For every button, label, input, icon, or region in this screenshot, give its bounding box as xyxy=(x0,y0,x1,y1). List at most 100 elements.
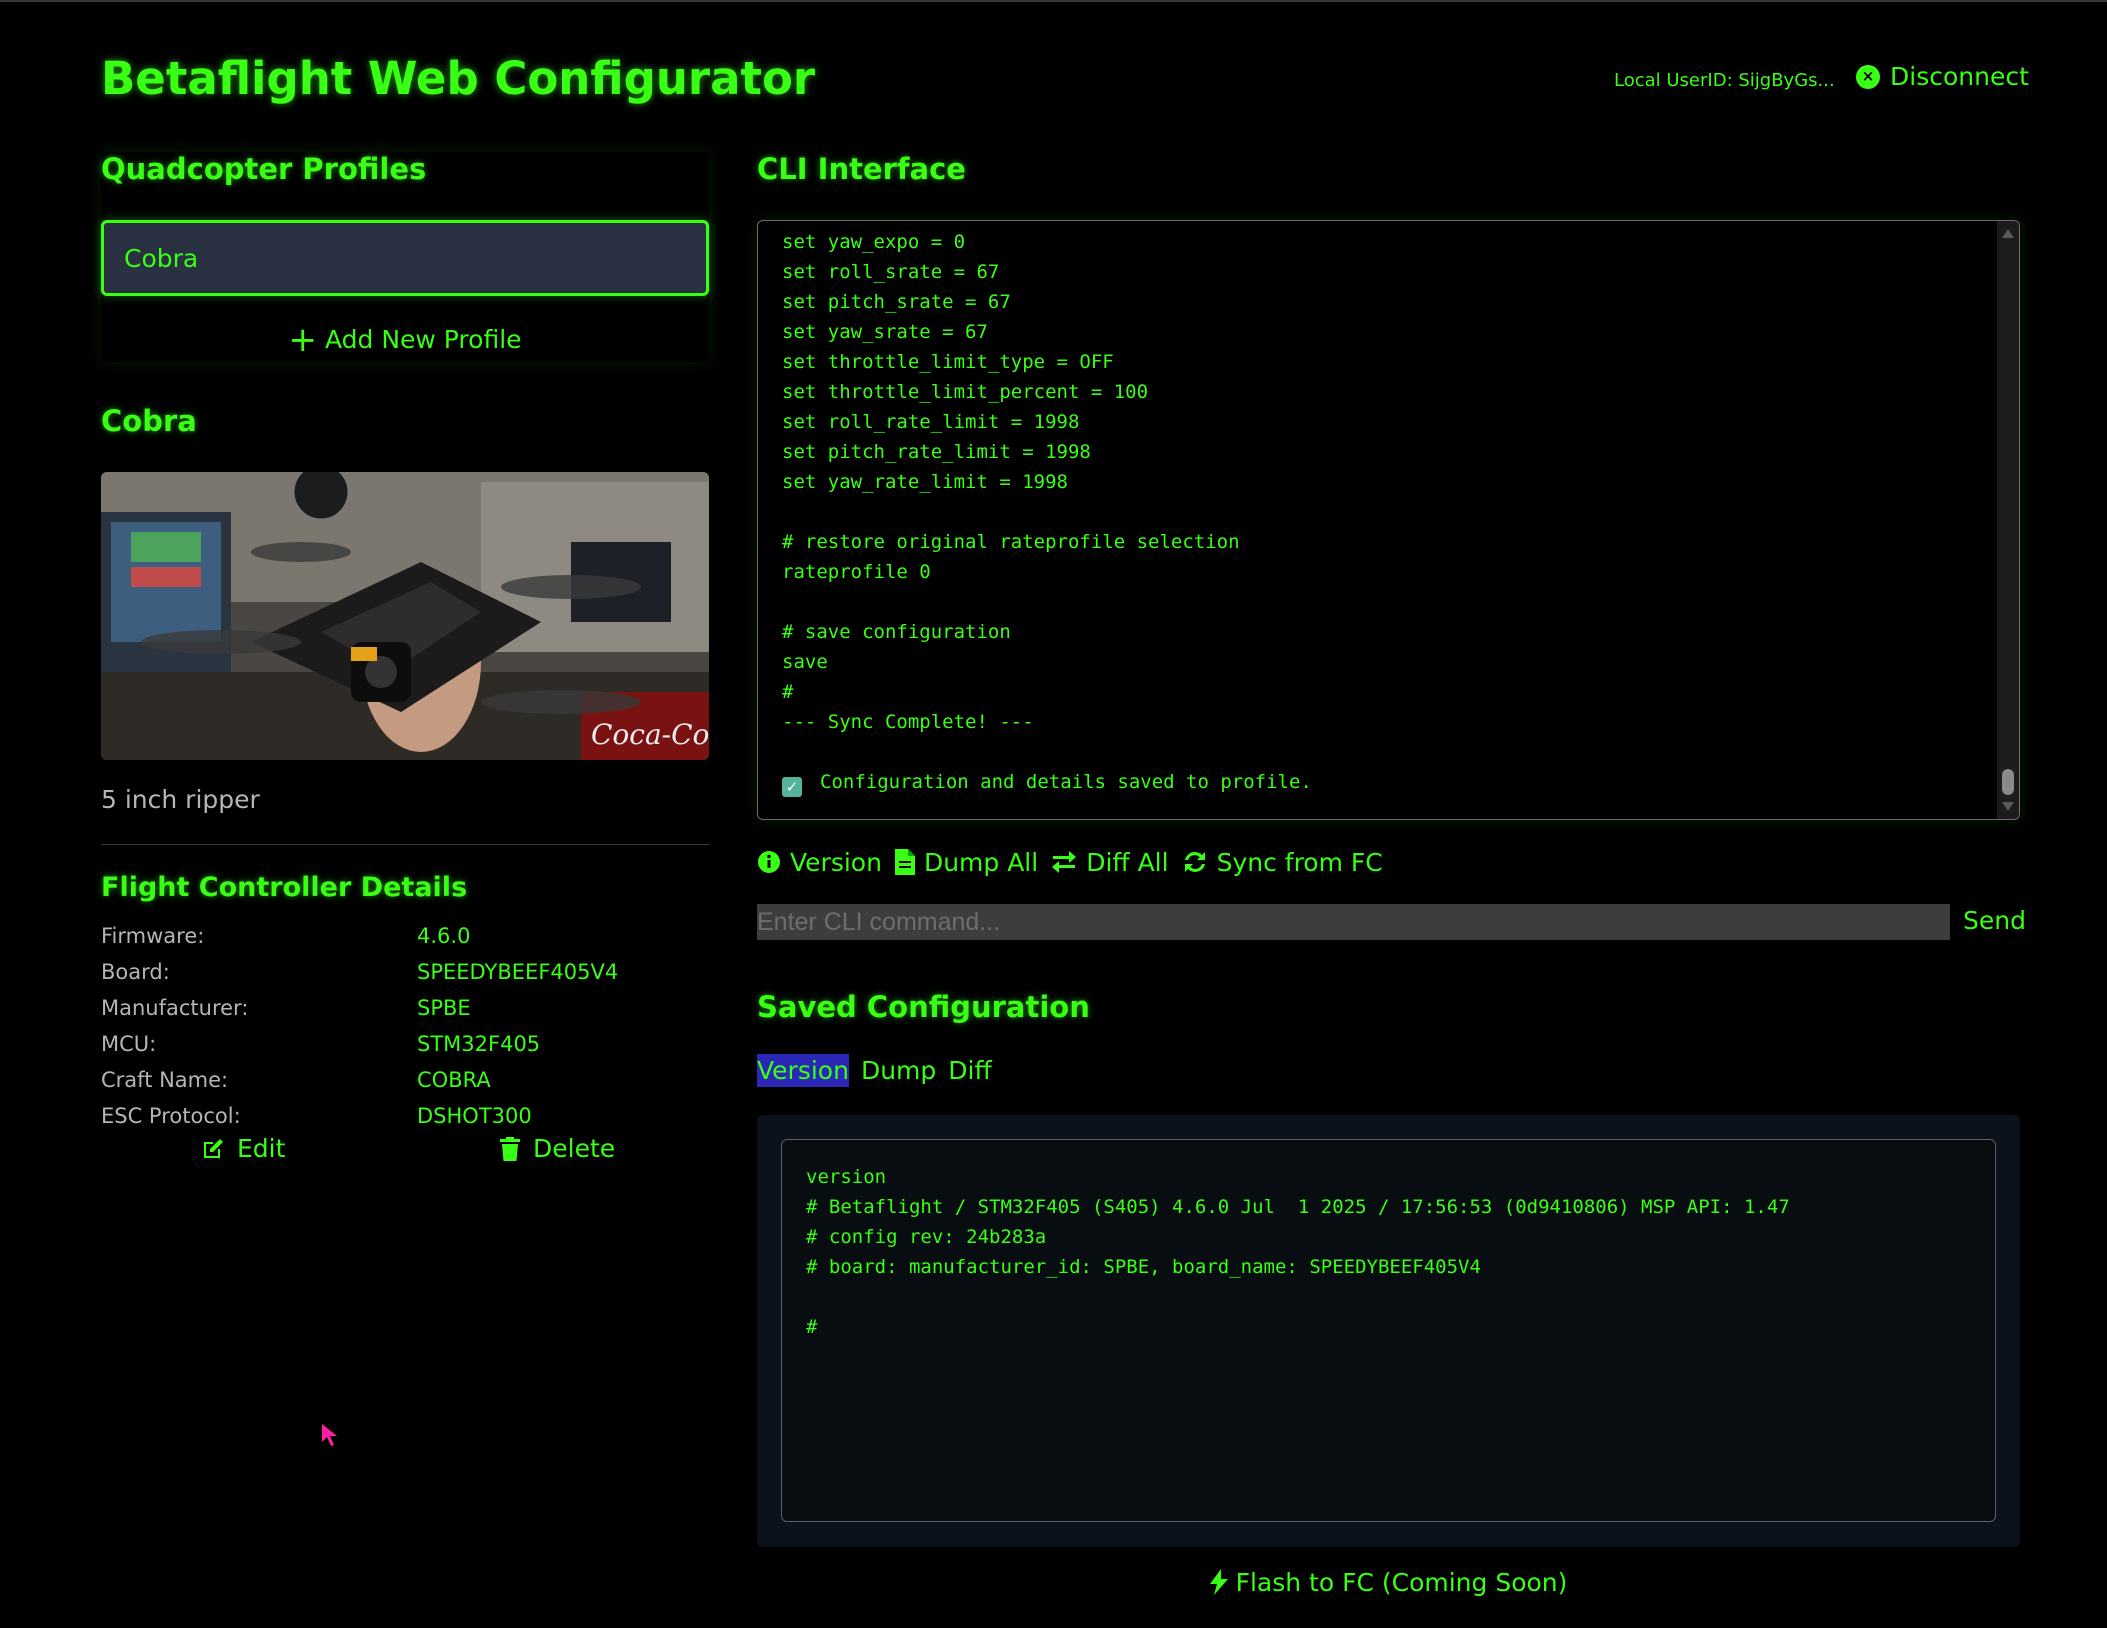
cli-line xyxy=(782,737,1962,767)
cli-line: set roll_srate = 67 xyxy=(782,261,1000,283)
disconnect-label: Disconnect xyxy=(1890,62,2029,91)
info-icon xyxy=(758,851,780,873)
dump-all-button[interactable]: Dump All xyxy=(894,847,1039,877)
diff-all-label: Diff All xyxy=(1086,847,1169,877)
cli-line: # restore original rateprofile selection xyxy=(782,531,1240,553)
version-label: Version xyxy=(790,847,882,877)
cli-line: set yaw_rate_limit = 1998 xyxy=(782,471,1068,493)
tab-diff[interactable]: Diff xyxy=(948,1054,991,1087)
cli-command-input[interactable] xyxy=(757,904,1950,940)
mouse-cursor-icon xyxy=(322,1424,337,1446)
sync-label: Sync from FC xyxy=(1216,847,1383,877)
profile-name: Cobra xyxy=(101,404,197,438)
saved-line: version xyxy=(806,1166,887,1188)
trash-icon xyxy=(500,1136,520,1161)
delete-button[interactable]: Delete xyxy=(499,1134,615,1163)
cli-line: set yaw_srate = 67 xyxy=(782,321,988,343)
cli-actions: Version Dump All Diff All Sync from FC xyxy=(757,844,1396,880)
cli-output[interactable]: set yaw_expo = 0 set roll_srate = 67 set… xyxy=(757,220,2020,820)
profile-item-cobra[interactable]: Cobra xyxy=(101,220,709,296)
flash-to-fc-button[interactable]: Flash to FC (Coming Soon) xyxy=(757,1568,2020,1597)
fc-row-board: Board: SPEEDYBEEF405V4 xyxy=(101,960,709,996)
profile-description: 5 inch ripper xyxy=(101,785,260,814)
cli-line: rateprofile 0 xyxy=(782,561,931,583)
fc-label: Manufacturer: xyxy=(101,996,249,1020)
flash-label: Flash to FC (Coming Soon) xyxy=(1235,1568,1568,1597)
fc-label: MCU: xyxy=(101,1032,157,1056)
add-profile-button[interactable]: + Add New Profile xyxy=(101,320,709,360)
saved-line: # board: manufacturer_id: SPBE, board_na… xyxy=(806,1256,1481,1278)
scroll-thumb[interactable] xyxy=(2002,769,2014,795)
profiles-heading: Quadcopter Profiles xyxy=(101,152,427,186)
local-user-id: Local UserID: SijgByGs... xyxy=(1614,70,1835,91)
cli-status-text: Configuration and details saved to profi… xyxy=(820,771,1312,793)
cli-heading: CLI Interface xyxy=(757,152,966,186)
cli-line: set pitch_rate_limit = 1998 xyxy=(782,441,1091,463)
saved-config-heading: Saved Configuration xyxy=(757,990,1090,1024)
exchange-icon xyxy=(1052,851,1077,873)
fc-value: COBRA xyxy=(417,1068,491,1092)
plus-icon: + xyxy=(288,320,317,360)
fc-label: Board: xyxy=(101,960,170,984)
saved-line: # Betaflight / STM32F405 (S405) 4.6.0 Ju… xyxy=(806,1196,1790,1218)
tab-dump[interactable]: Dump xyxy=(861,1054,936,1087)
bolt-icon xyxy=(1209,1569,1228,1595)
profile-item-label: Cobra xyxy=(124,243,199,273)
saved-config-output[interactable]: version # Betaflight / STM32F405 (S405) … xyxy=(781,1139,1996,1522)
checkmark-icon: ✓ xyxy=(782,777,802,797)
fc-row-manufacturer: Manufacturer: SPBE xyxy=(101,996,709,1032)
fc-details-table: Firmware: 4.6.0 Board: SPEEDYBEEF405V4 M… xyxy=(101,924,709,1140)
cli-line: # save configuration xyxy=(782,621,1011,643)
fc-value: STM32F405 xyxy=(417,1032,541,1056)
saved-line: # config rev: 24b283a xyxy=(806,1226,1047,1248)
saved-line xyxy=(806,1282,1790,1312)
cli-status-line: ✓ Configuration and details saved to prof… xyxy=(782,767,1962,797)
edit-icon xyxy=(204,1138,223,1158)
cli-lines: set yaw_expo = 0 set roll_srate = 67 set… xyxy=(782,227,1962,797)
profile-detail-panel: Cobra Coca-Cola xyxy=(101,404,709,1163)
saved-config-tabs: Version Dump Diff xyxy=(757,1054,992,1087)
fc-details-heading: Flight Controller Details xyxy=(101,872,468,903)
cli-line: save xyxy=(782,651,828,673)
diff-all-button[interactable]: Diff All xyxy=(1051,847,1169,877)
cli-line xyxy=(782,587,1962,617)
cli-line: set throttle_limit_type = OFF xyxy=(782,351,1114,373)
send-button[interactable]: Send xyxy=(1963,906,2026,935)
profile-actions: Edit Delete xyxy=(101,1134,709,1174)
saved-line: # xyxy=(806,1316,818,1338)
file-icon xyxy=(894,849,915,875)
sync-icon xyxy=(1184,851,1205,873)
fc-value: SPBE xyxy=(417,996,471,1020)
fc-label: Firmware: xyxy=(101,924,205,948)
close-circle-icon: × xyxy=(1856,64,1880,89)
profiles-panel: Quadcopter Profiles Cobra + Add New Profi… xyxy=(101,152,709,362)
edit-label: Edit xyxy=(237,1134,286,1163)
tab-version[interactable]: Version xyxy=(757,1054,849,1087)
fc-value: SPEEDYBEEF405V4 xyxy=(417,960,619,984)
dump-all-label: Dump All xyxy=(923,847,1039,877)
fc-row-firmware: Firmware: 4.6.0 xyxy=(101,924,709,960)
scroll-up-icon[interactable] xyxy=(2002,229,2014,238)
scroll-down-icon[interactable] xyxy=(2002,802,2014,811)
app-title: Betaflight Web Configurator xyxy=(101,52,816,105)
divider xyxy=(101,844,709,845)
cli-line: set yaw_expo = 0 xyxy=(782,231,966,253)
fc-value: 4.6.0 xyxy=(417,924,471,948)
drone-photo: Coca-Cola xyxy=(101,472,709,760)
svg-text:Coca-Cola: Coca-Cola xyxy=(591,718,709,751)
fc-row-craft-name: Craft Name: COBRA xyxy=(101,1068,709,1104)
add-profile-label: Add New Profile xyxy=(324,325,522,354)
saved-config-lines: version # Betaflight / STM32F405 (S405) … xyxy=(806,1162,1790,1342)
cli-line xyxy=(782,497,1962,527)
fc-value: DSHOT300 xyxy=(417,1104,532,1128)
edit-button[interactable]: Edit xyxy=(201,1134,285,1163)
sync-from-fc-button[interactable]: Sync from FC xyxy=(1182,848,1383,877)
saved-config-panel: version # Betaflight / STM32F405 (S405) … xyxy=(757,1115,2020,1547)
cli-line: set pitch_srate = 67 xyxy=(782,291,1011,313)
cli-line: set roll_rate_limit = 1998 xyxy=(782,411,1080,433)
disconnect-button[interactable]: × Disconnect xyxy=(1856,62,2029,91)
version-button[interactable]: Version xyxy=(757,848,882,877)
delete-label: Delete xyxy=(533,1134,616,1163)
fc-row-mcu: MCU: STM32F405 xyxy=(101,1032,709,1068)
cli-scrollbar[interactable] xyxy=(1997,221,2019,819)
